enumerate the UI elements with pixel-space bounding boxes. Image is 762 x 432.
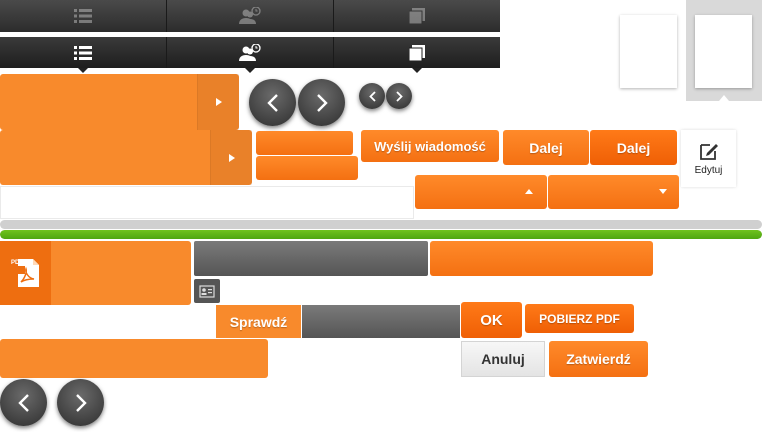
page-thumbnail-selected-frame[interactable] <box>686 0 762 101</box>
gray-bar[interactable] <box>194 241 428 276</box>
next-small-button[interactable] <box>386 83 412 109</box>
orange-wide-bar[interactable] <box>0 339 268 378</box>
tab-bar-active <box>0 37 500 73</box>
tab-user-history-active[interactable] <box>167 37 334 73</box>
tab-documents[interactable] <box>334 0 500 32</box>
expand-panel-2[interactable] <box>0 130 252 185</box>
chevron-right-icon <box>395 90 403 102</box>
dropdown-up[interactable] <box>415 175 547 209</box>
prev-small-button[interactable] <box>359 83 385 109</box>
next-button-1[interactable]: Dalej <box>503 130 589 165</box>
pdf-icon-box: PDF <box>0 241 51 305</box>
arrow-tab <box>210 130 252 185</box>
selection-caret <box>719 95 729 101</box>
chevron-left-icon <box>17 393 29 412</box>
caret-right-icon <box>228 153 235 162</box>
list-icon <box>74 9 92 23</box>
id-card-button[interactable] <box>194 279 220 303</box>
tab-bar-inactive <box>0 0 500 32</box>
chevron-right-icon <box>316 93 328 112</box>
document-edit-icon <box>409 8 425 24</box>
user-clock-icon <box>239 7 261 24</box>
edit-button[interactable]: Edytuj <box>681 130 736 187</box>
gray-input[interactable] <box>302 305 460 338</box>
pdf-badge-text: PDF <box>11 260 23 266</box>
chevron-right-icon <box>75 393 87 412</box>
prev-button[interactable] <box>249 79 296 126</box>
orange-block-small-2[interactable] <box>256 156 358 180</box>
prev-button-bottom[interactable] <box>0 379 47 426</box>
pdf-file-block[interactable]: PDF <box>0 241 191 305</box>
page-thumbnail-selected <box>695 15 752 88</box>
orange-block-small-1[interactable] <box>256 131 353 155</box>
tab-list[interactable] <box>0 0 167 32</box>
progress-bar <box>0 230 762 239</box>
ok-button[interactable]: OK <box>461 302 522 338</box>
next-button[interactable] <box>298 79 345 126</box>
progress-fill <box>0 230 762 239</box>
text-field[interactable] <box>0 186 414 219</box>
confirm-button[interactable]: Zatwierdź <box>549 341 648 377</box>
arrow-tab <box>197 74 239 130</box>
next-button-bottom[interactable] <box>57 379 104 426</box>
send-message-button[interactable]: Wyślij wiadomość <box>361 130 499 162</box>
user-clock-icon <box>239 43 261 61</box>
cancel-button[interactable]: Anuluj <box>461 341 545 377</box>
list-icon <box>74 45 92 60</box>
chevron-left-icon <box>266 93 278 112</box>
id-card-icon <box>199 284 215 298</box>
dropdown-down[interactable] <box>548 175 679 209</box>
tab-documents-active[interactable] <box>334 37 500 73</box>
tab-list-active[interactable] <box>0 37 167 73</box>
document-edit-icon <box>409 44 425 61</box>
check-button[interactable]: Sprawdź <box>216 305 301 338</box>
caret-up-icon <box>525 189 533 194</box>
download-pdf-button[interactable]: POBIERZ PDF <box>525 304 634 333</box>
orange-bar[interactable] <box>430 241 653 276</box>
caret-down-icon <box>659 189 667 194</box>
page-thumbnail[interactable] <box>620 15 677 88</box>
next-button-2[interactable]: Dalej <box>590 130 677 165</box>
tab-user-history[interactable] <box>167 0 334 32</box>
edit-label: Edytuj <box>694 165 723 176</box>
pencil-edit-icon <box>699 144 718 160</box>
caret-right-icon <box>215 98 222 106</box>
expand-panel[interactable] <box>0 74 239 130</box>
chevron-left-icon <box>368 90 376 102</box>
progress-track-empty <box>0 220 762 229</box>
